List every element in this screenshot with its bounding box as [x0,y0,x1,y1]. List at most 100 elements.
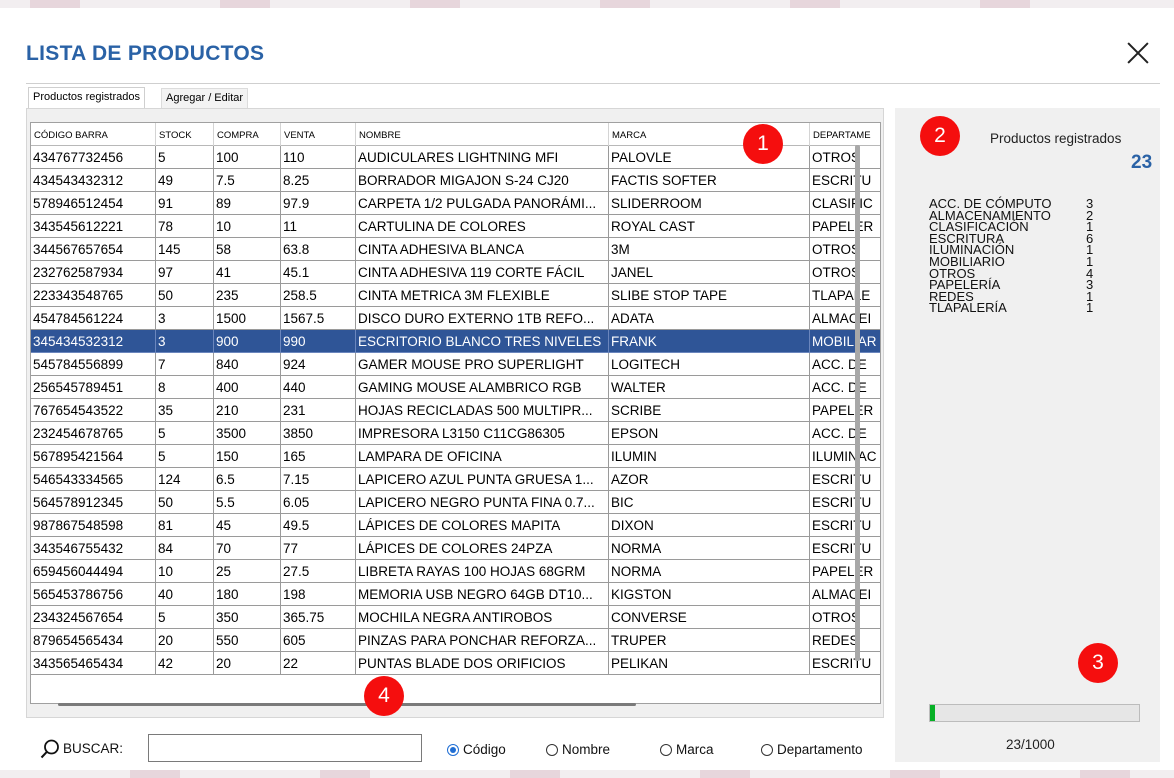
table-cell: 578946512454 [31,192,156,215]
tab-agregar-editar[interactable]: Agregar / Editar [161,88,249,108]
table-row[interactable]: 564578912345 50 5.5 6.05 LAPICERO NEGRO PUNT… [31,491,880,514]
table-cell: 350 [214,606,281,629]
table-cell: 550 [214,629,281,652]
table-cell: 145 [156,238,214,261]
products-table[interactable]: CÓDIGO BARRA STOCK COMPRA VENTA NOMBRE MARCA D… [30,122,881,704]
table-cell: ESCRITU [810,652,880,675]
table-cell: AUDICULARES LIGHTNING MFI [356,146,609,169]
table-row[interactable]: 232762587934 97 41 45.1 CINTA ADHESIVA 119 C… [31,261,880,284]
table-row[interactable]: 987867548598 81 45 49.5 LÁPICES DE COLORES M… [31,514,880,537]
table-cell: LÁPICES DE COLORES MAPITA [356,514,609,537]
table-cell: 5.5 [214,491,281,514]
background-strip-bottom [0,770,1174,778]
table-cell: 150 [214,445,281,468]
table-row[interactable]: 343565465434 42 20 22 PUNTAS BLADE DOS ORIFI… [31,652,880,675]
table-cell: LAMPARA DE OFICINA [356,445,609,468]
radio-dot [546,744,558,756]
table-cell: ILUMINAC [810,445,880,468]
horizontal-scrollbar[interactable] [58,703,636,706]
table-cell: 58 [214,238,281,261]
table-cell: ESCRITU [810,491,880,514]
table-cell: ESCRITU [810,468,880,491]
table-cell: 124 [156,468,214,491]
table-row[interactable]: 879654565434 20 550 605 PINZAS PARA PONCHAR … [31,629,880,652]
table-cell: ACC. DE [810,376,880,399]
page-title: LISTA DE PRODUCTOS [26,42,265,65]
table-cell: 900 [214,330,281,353]
table-cell: 8.25 [281,169,356,192]
table-cell: MOCHILA NEGRA ANTIROBOS [356,606,609,629]
table-cell: EPSON [609,422,810,445]
table-cell: JANEL [609,261,810,284]
table-cell: ROYAL CAST [609,215,810,238]
table-row[interactable]: 256545789451 8 400 440 GAMING MOUSE ALAMBRIC… [31,376,880,399]
table-row[interactable]: 545784556899 7 840 924 GAMER MOUSE PRO SUPER… [31,353,880,376]
table-row[interactable]: 343546755432 84 70 77 LÁPICES DE COLORES 24P… [31,537,880,560]
tab-productos-registrados[interactable]: Productos registrados [28,87,145,109]
table-cell: 840 [214,353,281,376]
table-cell: GAMING MOUSE ALAMBRICO RGB [356,376,609,399]
search-input[interactable] [148,734,422,762]
column-header[interactable]: COMPRA [214,123,281,146]
table-cell: 49 [156,169,214,192]
table-row[interactable]: 223343548765 50 235 258.5 CINTA METRICA 3M F… [31,284,880,307]
table-cell: 343565465434 [31,652,156,675]
table-cell: 63.8 [281,238,356,261]
table-cell: AZOR [609,468,810,491]
table-cell: 100 [214,146,281,169]
column-header[interactable]: STOCK [156,123,214,146]
radio-label-codigo: Código [463,742,506,757]
table-row[interactable]: 345434532312 3 900 990 ESCRITORIO BLANCO TRE… [31,330,880,353]
table-cell: 50 [156,491,214,514]
annotation-marker-3: 3 [1078,643,1118,683]
table-cell: 256545789451 [31,376,156,399]
table-row[interactable]: 767654543522 35 210 231 HOJAS RECICLADAS 500… [31,399,880,422]
table-row[interactable]: 659456044494 10 25 27.5 LIBRETA RAYAS 100 HO… [31,560,880,583]
table-cell: CARPETA 1/2 PULGADA PANORÁMI... [356,192,609,215]
table-cell: 440 [281,376,356,399]
table-row[interactable]: 343545612221 78 10 11 CARTULINA DE COLORES RO… [31,215,880,238]
table-row[interactable]: 344567657654 145 58 63.8 CINTA ADHESIVA BLAN… [31,238,880,261]
annotation-marker-2: 2 [920,116,960,156]
table-cell: CARTULINA DE COLORES [356,215,609,238]
column-header[interactable]: CÓDIGO BARRA [31,123,156,146]
vertical-scrollbar[interactable] [855,145,860,661]
annotation-marker-1: 1 [743,124,783,164]
column-header[interactable]: DEPARTAME [810,123,880,146]
table-cell: PAPELER [810,215,880,238]
table-row[interactable]: 232454678765 5 3500 3850 IMPRESORA L3150 C11… [31,422,880,445]
table-row[interactable]: 578946512454 91 89 97.9 CARPETA 1/2 PULGADA … [31,192,880,215]
column-header[interactable]: VENTA [281,123,356,146]
table-cell: OTROS [810,238,880,261]
table-cell: LAPICERO AZUL PUNTA GRUESA 1... [356,468,609,491]
table-cell: 91 [156,192,214,215]
table-cell: 3500 [214,422,281,445]
table-cell: 77 [281,537,356,560]
table-cell: 50 [156,284,214,307]
search-label: BUSCAR: [63,741,124,756]
title-divider [26,83,1160,84]
table-cell: 10 [156,560,214,583]
table-cell: HOJAS RECICLADAS 500 MULTIPR... [356,399,609,422]
table-cell: 990 [281,330,356,353]
table-cell: 5 [156,606,214,629]
table-cell: ALMACEI [810,583,880,606]
table-cell: 5 [156,445,214,468]
table-cell: 5 [156,146,214,169]
table-cell: 924 [281,353,356,376]
table-row[interactable]: 434543432312 49 7.5 8.25 BORRADOR MIGAJON S-… [31,169,880,192]
close-icon[interactable] [1124,40,1152,68]
column-header[interactable]: NOMBRE [356,123,609,146]
table-cell: 546543334565 [31,468,156,491]
table-row[interactable]: 454784561224 3 1500 1567.5 DISCO DURO EXTERN… [31,307,880,330]
table-cell: 3M [609,238,810,261]
table-row[interactable]: 546543334565 124 6.5 7.15 LAPICERO AZUL PUNT… [31,468,880,491]
table-cell: 6.5 [214,468,281,491]
table-cell: 198 [281,583,356,606]
table-row[interactable]: 234324567654 5 350 365.75 MOCHILA NEGRA ANTI… [31,606,880,629]
table-cell: 234324567654 [31,606,156,629]
table-cell: 564578912345 [31,491,156,514]
table-row[interactable]: 567895421564 5 150 165 LAMPARA DE OFICINA ILU… [31,445,880,468]
table-cell: 5 [156,422,214,445]
table-row[interactable]: 565453786756 40 180 198 MEMORIA USB NEGRO 64… [31,583,880,606]
